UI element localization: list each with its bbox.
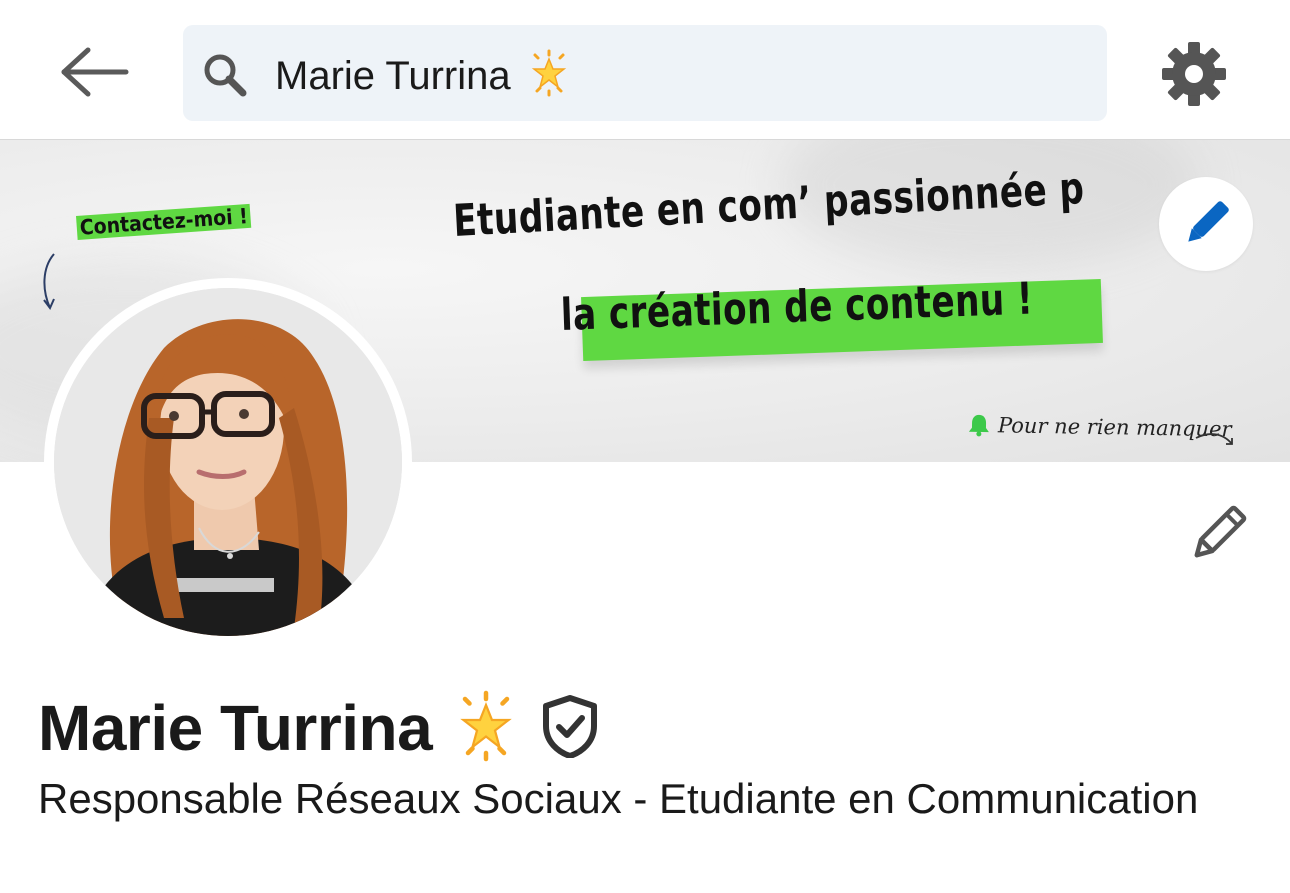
- curved-arrow-icon: [43, 253, 55, 310]
- search-icon: [204, 54, 247, 97]
- gear-icon: [1162, 42, 1226, 106]
- edit-profile-button[interactable]: [1184, 500, 1252, 568]
- search-query: Marie Turrina: [275, 54, 511, 99]
- search-bar[interactable]: Marie Turrina: [183, 25, 1107, 121]
- star-emoji-icon: [525, 49, 573, 108]
- back-button[interactable]: [58, 44, 130, 100]
- profile-photo[interactable]: [44, 278, 412, 646]
- verified-shield-icon[interactable]: [540, 694, 600, 763]
- star-emoji-icon: [450, 690, 522, 767]
- bell-icon: [968, 414, 989, 437]
- edit-banner-button[interactable]: [1159, 177, 1253, 271]
- profile-name-row: Marie Turrina: [38, 688, 600, 768]
- settings-button[interactable]: [1160, 40, 1228, 108]
- arrow-right-icon: [1195, 433, 1233, 445]
- top-bar: Marie Turrina: [0, 0, 1290, 140]
- profile-headline: Responsable Réseaux Sociaux - Etudiante …: [38, 775, 1199, 822]
- avatar-image: [54, 288, 402, 636]
- profile-name: Marie Turrina: [38, 692, 433, 764]
- pencil-icon: [1188, 201, 1229, 242]
- search-input[interactable]: Marie Turrina: [275, 49, 573, 108]
- arrow-left-icon: [61, 47, 129, 97]
- notify-callout: Pour ne rien manquer: [966, 412, 1232, 443]
- pencil-icon: [1194, 505, 1247, 558]
